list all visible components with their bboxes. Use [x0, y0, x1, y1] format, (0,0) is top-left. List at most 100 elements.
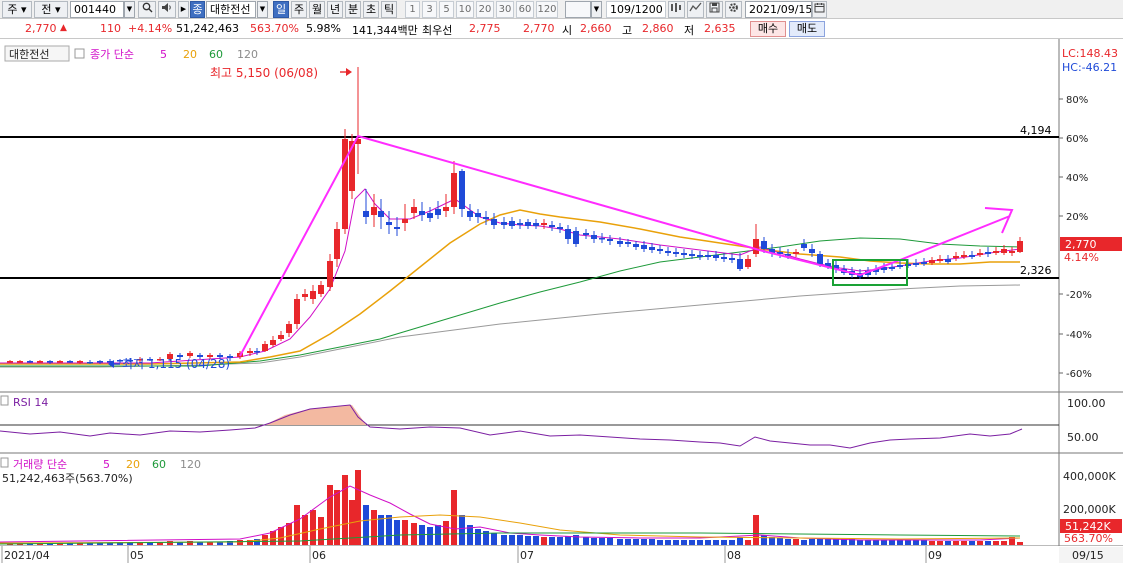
search-icon[interactable] — [138, 1, 156, 18]
volume-bar[interactable] — [865, 540, 871, 545]
stock-code-input[interactable]: 001440 — [70, 1, 124, 18]
volume-bar[interactable] — [451, 490, 457, 545]
volume-bar[interactable] — [825, 539, 831, 545]
volume-bar[interactable] — [753, 515, 759, 545]
interval-tab-3[interactable]: 10 — [456, 1, 474, 18]
volume-bar[interactable] — [607, 538, 613, 545]
volume-bar[interactable] — [913, 540, 919, 545]
candle-body[interactable] — [599, 238, 605, 240]
candle-body[interactable] — [745, 259, 751, 267]
candle-body[interactable] — [318, 285, 324, 294]
candle-body[interactable] — [419, 211, 425, 215]
volume-bar[interactable] — [549, 537, 555, 545]
volume-bar[interactable] — [689, 540, 695, 545]
mode-select[interactable]: 주 ▾ — [2, 1, 32, 18]
interval-tab-0[interactable]: 1 — [405, 1, 420, 18]
candle-body[interactable] — [641, 245, 647, 249]
candle-body[interactable] — [378, 211, 384, 217]
candle-body[interactable] — [270, 340, 276, 345]
volume-bar[interactable] — [565, 536, 571, 545]
candle-body[interactable] — [761, 241, 767, 249]
candle-body[interactable] — [187, 353, 193, 356]
volume-bar[interactable] — [509, 535, 515, 545]
candle-body[interactable] — [607, 239, 613, 241]
volume-bar[interactable] — [833, 539, 839, 545]
candle-body[interactable] — [817, 254, 823, 264]
candle-body[interactable] — [7, 361, 13, 363]
interval-tab-2[interactable]: 5 — [439, 1, 454, 18]
candle-body[interactable] — [573, 231, 579, 244]
code-dropdown-icon[interactable]: ▼ — [124, 1, 135, 18]
volume-bar[interactable] — [641, 539, 647, 545]
volume-bar[interactable] — [363, 505, 369, 545]
volume-bar[interactable] — [969, 541, 975, 545]
candle-body[interactable] — [897, 265, 903, 267]
candle-body[interactable] — [386, 222, 392, 225]
volume-bar[interactable] — [371, 510, 377, 545]
candle-body[interactable] — [327, 261, 333, 287]
toggle-arrow-icon[interactable]: ▶ — [178, 1, 189, 18]
volume-bar[interactable] — [599, 538, 605, 545]
candle-body[interactable] — [443, 207, 449, 211]
candle-body[interactable] — [451, 173, 457, 207]
volume-bar[interactable] — [1017, 542, 1023, 545]
candle-body[interactable] — [525, 222, 531, 226]
volume-bar[interactable] — [929, 541, 935, 545]
date-input[interactable]: 2021/09/15 — [745, 1, 812, 18]
candle-body[interactable] — [793, 252, 799, 254]
candle-body[interactable] — [953, 256, 959, 258]
interval-tab-4[interactable]: 20 — [476, 1, 494, 18]
volume-bar[interactable] — [937, 541, 943, 545]
volume-bar[interactable] — [625, 539, 631, 545]
candle-body[interactable] — [753, 239, 759, 254]
candle-body[interactable] — [87, 362, 93, 364]
gear-icon[interactable] — [725, 1, 742, 18]
period-tab-3[interactable]: 년 — [327, 1, 343, 18]
candle-body[interactable] — [254, 351, 260, 353]
legend-checkbox[interactable] — [74, 48, 85, 59]
volume-bar[interactable] — [857, 540, 863, 545]
volume-bar[interactable] — [713, 540, 719, 545]
candle-body[interactable] — [371, 207, 377, 215]
candle-body[interactable] — [809, 249, 815, 253]
volume-bar[interactable] — [729, 540, 735, 545]
bar-count[interactable]: 109/1200 — [606, 1, 666, 18]
name-dropdown-icon[interactable]: ▼ — [257, 1, 268, 18]
candle-body[interactable] — [294, 299, 300, 324]
period-tab-4[interactable]: 분 — [345, 1, 361, 18]
volume-bar[interactable] — [777, 538, 783, 545]
volume-bar[interactable] — [541, 537, 547, 545]
volume-bar[interactable] — [633, 539, 639, 545]
volume-bar[interactable] — [475, 529, 481, 545]
candle-body[interactable] — [929, 260, 935, 263]
speaker-icon[interactable] — [158, 1, 176, 18]
candle-body[interactable] — [247, 351, 253, 353]
candle-body[interactable] — [402, 219, 408, 223]
candle-body[interactable] — [617, 241, 623, 244]
volume-bar[interactable] — [617, 539, 623, 545]
volume-bar[interactable] — [394, 520, 400, 545]
candle-body[interactable] — [729, 258, 735, 260]
candle-body[interactable] — [913, 263, 919, 265]
candle-body[interactable] — [657, 249, 663, 251]
candle-body[interactable] — [67, 361, 73, 363]
period-tab-2[interactable]: 월 — [309, 1, 325, 18]
volume-bar[interactable] — [167, 541, 173, 545]
volume-bar[interactable] — [443, 521, 449, 545]
volume-bar[interactable] — [517, 535, 523, 545]
interval-dropdown-icon[interactable]: ▼ — [591, 1, 602, 18]
volume-bar[interactable] — [286, 523, 292, 545]
candle-body[interactable] — [467, 211, 473, 217]
volume-bar[interactable] — [533, 536, 539, 545]
candle-body[interactable] — [541, 223, 547, 225]
candle-body[interactable] — [427, 213, 433, 218]
volume-bar[interactable] — [985, 541, 991, 545]
volume-bar[interactable] — [889, 540, 895, 545]
volume-bar[interactable] — [591, 538, 597, 545]
candle-body[interactable] — [342, 139, 348, 229]
calendar-icon[interactable] — [812, 1, 827, 18]
volume-bar[interactable] — [761, 535, 767, 545]
interval-tab-7[interactable]: 120 — [536, 1, 558, 18]
candle-body[interactable] — [459, 171, 465, 209]
candle-body[interactable] — [737, 259, 743, 269]
